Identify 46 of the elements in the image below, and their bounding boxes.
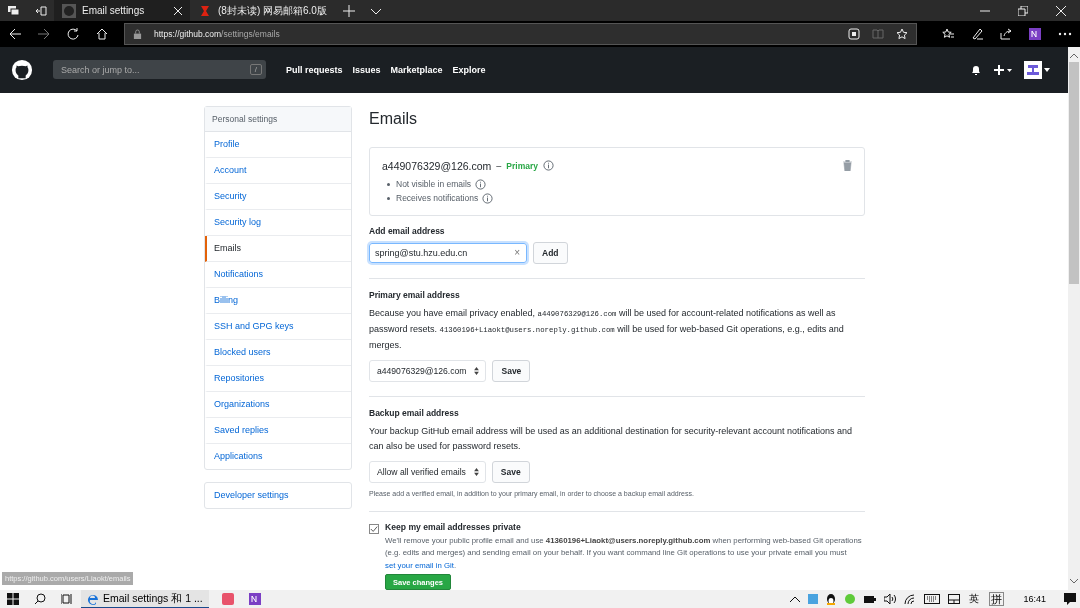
- menu-heading: Personal settings: [205, 106, 351, 132]
- menu-item[interactable]: Billing: [205, 287, 351, 314]
- nav-link[interactable]: Pull requests: [286, 64, 343, 75]
- search-bar[interactable]: Search or jump to... /: [53, 60, 266, 80]
- primary-email-select[interactable]: a449076329@126.com: [369, 359, 487, 382]
- backup-email-select[interactable]: Allow all verified emails: [369, 460, 486, 483]
- menu-item[interactable]: Applications: [205, 443, 351, 469]
- email-address: a449076329@126.com: [382, 159, 492, 172]
- checkbox-label[interactable]: Keep my email addresses private: [385, 521, 865, 532]
- email-note: Receives notifications: [396, 193, 479, 203]
- menu-item[interactable]: SSH and GPG keys: [205, 313, 351, 340]
- section-heading: Backup email address: [369, 407, 460, 418]
- email-input[interactable]: spring@stu.hzu.edu.cn ×: [369, 242, 527, 263]
- email-note: Not visible in emails: [396, 179, 472, 189]
- menu-item[interactable]: Security: [205, 183, 351, 210]
- menu-item[interactable]: Profile: [205, 131, 351, 158]
- nav-link[interactable]: Explore: [452, 64, 486, 75]
- input-method[interactable]: 拼: [989, 592, 1005, 606]
- menu-item[interactable]: Notifications: [205, 261, 351, 288]
- menu-item[interactable]: Organizations: [205, 391, 351, 418]
- nav-link[interactable]: Issues: [352, 64, 381, 75]
- primary-label: Primary: [506, 160, 538, 171]
- save-button[interactable]: Save: [492, 359, 531, 382]
- clock[interactable]: 16:41: [1023, 594, 1046, 604]
- section-heading: Primary email address: [369, 289, 461, 300]
- menu-item[interactable]: Account: [205, 157, 351, 184]
- save-button[interactable]: Save: [491, 460, 530, 483]
- menu-item[interactable]: Blocked users: [205, 339, 351, 366]
- nav-link[interactable]: Marketplace: [390, 64, 443, 75]
- search-field[interactable]: Search or jump to...: [59, 63, 250, 76]
- menu-item[interactable]: Repositories: [205, 365, 351, 392]
- field-label: Add email address: [369, 225, 446, 236]
- clear-icon[interactable]: ×: [514, 247, 520, 258]
- separator: –: [496, 160, 502, 171]
- menu-item[interactable]: Security log: [205, 209, 351, 236]
- add-button[interactable]: Add: [533, 241, 568, 264]
- page-title: Emails: [369, 109, 418, 128]
- menu-item[interactable]: Emails: [205, 235, 351, 262]
- taskbar-app[interactable]: Email settings 和 1 ...: [81, 590, 209, 608]
- menu-item[interactable]: Saved replies: [205, 417, 351, 444]
- description-text: Your backup GitHub email address will be used as an additional destination for security-relevant account notifications and can also be used for password resets.: [369, 424, 853, 453]
- input-language[interactable]: 英: [969, 592, 980, 606]
- address-bar[interactable]: https://github.com/settings/emails: [124, 23, 917, 45]
- shortcut-key: /: [249, 64, 262, 76]
- menu-item[interactable]: Developer settings: [205, 482, 351, 508]
- browser-tab[interactable]: Email settings: [54, 0, 190, 21]
